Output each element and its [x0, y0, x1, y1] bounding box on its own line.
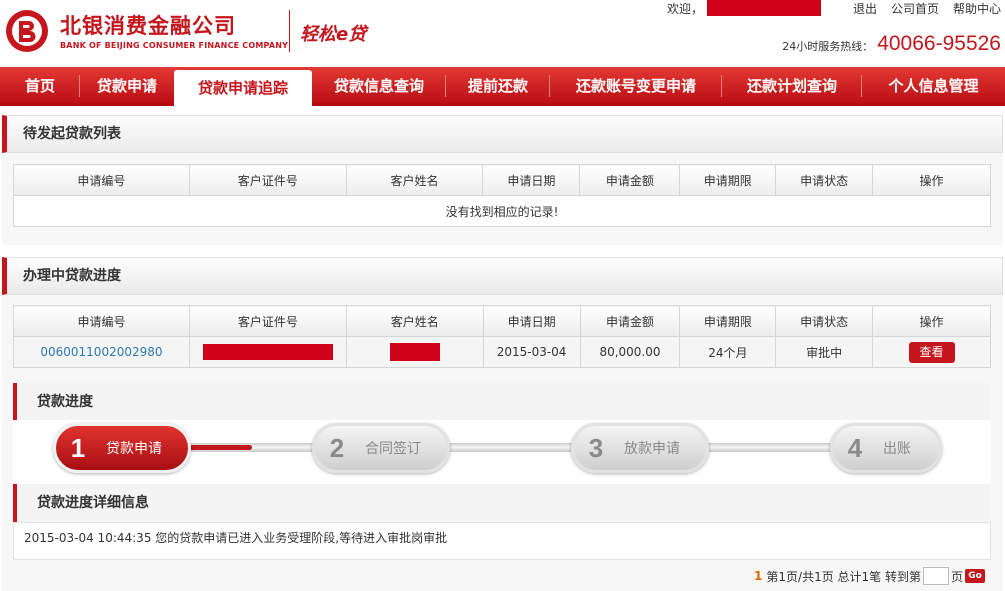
- top-links: 欢迎， 退出 公司首页 帮助中心: [667, 0, 1001, 16]
- progress-steps: 1 贷款申请 2 合同签订 3 放款申请 4 出账: [13, 420, 991, 486]
- table-header-row: 申请编号 客户证件号 客户姓名 申请日期 申请金额 申请期限 申请状态 操作: [13, 305, 991, 337]
- step-number: 2: [329, 432, 345, 463]
- nav-account-change[interactable]: 还款账号变更申请: [550, 67, 722, 103]
- logout-link[interactable]: 退出: [853, 0, 877, 17]
- step-label: 合同签订: [365, 441, 421, 457]
- col-action: 操作: [872, 164, 991, 196]
- col-date: 申请日期: [482, 305, 581, 337]
- term-cell: 24个月: [679, 336, 777, 368]
- step-label: 出账: [883, 441, 911, 457]
- company-name-cn: 北银消费金融公司: [60, 13, 236, 38]
- welcome-text: 欢迎，: [666, 1, 703, 16]
- col-name: 客户姓名: [345, 164, 484, 196]
- pending-section: 待发起贷款列表 申请编号 客户证件号 客户姓名 申请日期 申请金额 申请期限 申…: [2, 115, 1003, 245]
- col-app-no: 申请编号: [13, 164, 190, 196]
- step-label: 贷款申请: [106, 441, 162, 457]
- product-name: 轻松e贷: [300, 24, 369, 45]
- product-logo: 轻松e贷: [300, 24, 369, 45]
- pending-title: 待发起贷款列表: [2, 115, 1003, 153]
- table-row: 0060011002002980 2015-03-04 80,000.00 24…: [13, 336, 991, 368]
- pager-suffix: 页: [950, 569, 963, 584]
- step-disbursement-apply: 3 放款申请: [571, 423, 709, 473]
- date-cell: 2015-03-04: [482, 336, 581, 368]
- table-header-row: 申请编号 客户证件号 客户姓名 申请日期 申请金额 申请期限 申请状态 操作: [13, 164, 991, 196]
- hotline-number: 40066-95526: [877, 32, 1001, 55]
- nav-prepayment[interactable]: 提前还款: [446, 67, 550, 103]
- nav-loan-tracking[interactable]: 贷款申请追踪: [174, 70, 312, 109]
- name-redacted: [389, 343, 440, 361]
- hotline-label: 24小时服务热线：: [782, 40, 874, 53]
- status-cell: 审批中: [775, 336, 874, 368]
- progress-title: 贷款进度: [13, 383, 991, 421]
- name-cell: [345, 336, 484, 368]
- table-row: 没有找到相应的记录!: [13, 195, 991, 227]
- processing-title: 办理中贷款进度: [2, 257, 1003, 295]
- col-status: 申请状态: [775, 305, 874, 337]
- progress-track: [113, 443, 903, 452]
- detail-text: 2015-03-04 10:44:35 您的贷款申请已进入业务受理阶段,等待进入…: [13, 522, 991, 560]
- nav-loan-apply[interactable]: 贷款申请: [80, 67, 174, 103]
- company-logo[interactable]: 北银消费金融公司 BANK OF BEIJING CONSUMER FINANC…: [4, 8, 288, 54]
- col-name: 客户姓名: [345, 305, 484, 337]
- step-loan-apply: 1 贷款申请: [53, 423, 191, 473]
- logo-divider: [289, 10, 290, 52]
- view-button[interactable]: 查看: [908, 341, 955, 363]
- col-date: 申请日期: [482, 164, 581, 196]
- current-page[interactable]: 1: [754, 569, 762, 583]
- step-payout: 4 出账: [830, 423, 942, 473]
- col-app-no: 申请编号: [13, 305, 190, 337]
- nav-home[interactable]: 首页: [0, 67, 80, 103]
- id-no-cell: [188, 336, 347, 368]
- col-id-no: 客户证件号: [188, 305, 347, 337]
- col-id-no: 客户证件号: [188, 164, 347, 196]
- company-home-link[interactable]: 公司首页: [891, 0, 939, 17]
- page-jump-input[interactable]: [922, 567, 949, 585]
- processing-table: 申请编号 客户证件号 客户姓名 申请日期 申请金额 申请期限 申请状态 操作 0…: [13, 305, 991, 368]
- nav-loan-query[interactable]: 贷款信息查询: [312, 67, 446, 103]
- col-action: 操作: [872, 305, 991, 337]
- nav-personal-info[interactable]: 个人信息管理: [862, 67, 1005, 103]
- company-name-en: BANK OF BEIJING CONSUMER FINANCE COMPANY: [60, 40, 289, 50]
- header: 北银消费金融公司 BANK OF BEIJING CONSUMER FINANC…: [0, 0, 1005, 66]
- col-amount: 申请金额: [579, 164, 681, 196]
- help-center-link[interactable]: 帮助中心: [953, 0, 1001, 17]
- detail-title: 贷款进度详细信息: [13, 484, 991, 522]
- app-no-cell: 0060011002002980: [13, 336, 190, 368]
- step-number: 1: [70, 432, 86, 463]
- app-no-link[interactable]: 0060011002002980: [40, 345, 162, 359]
- step-number: 4: [847, 432, 863, 463]
- nav-repayment-plan[interactable]: 还款计划查询: [722, 67, 862, 103]
- username-redacted: [706, 0, 821, 16]
- col-term: 申请期限: [679, 164, 777, 196]
- step-number: 3: [588, 432, 604, 463]
- step-contract-sign: 2 合同签订: [312, 423, 450, 473]
- amount-cell: 80,000.00: [579, 336, 681, 368]
- pager-summary: 第1页/共1页 总计1笔 转到第: [766, 569, 921, 584]
- empty-message: 没有找到相应的记录!: [13, 195, 991, 227]
- action-cell: 查看: [872, 336, 991, 368]
- go-button[interactable]: Go: [965, 569, 985, 583]
- hotline: 24小时服务热线： 40066-95526: [782, 32, 1001, 56]
- pending-table: 申请编号 客户证件号 客户姓名 申请日期 申请金额 申请期限 申请状态 操作 没…: [13, 164, 991, 227]
- col-amount: 申请金额: [579, 305, 681, 337]
- col-term: 申请期限: [679, 305, 777, 337]
- bank-logo-icon: [6, 10, 48, 52]
- step-label: 放款申请: [624, 441, 680, 457]
- pagination: 1 第1页/共1页 总计1笔 转到第 页 Go: [754, 566, 985, 586]
- main-nav: 首页 贷款申请 贷款申请追踪 贷款信息查询 提前还款 还款账号变更申请 还款计划…: [0, 67, 1005, 109]
- col-status: 申请状态: [775, 164, 874, 196]
- id-no-redacted: [202, 344, 333, 360]
